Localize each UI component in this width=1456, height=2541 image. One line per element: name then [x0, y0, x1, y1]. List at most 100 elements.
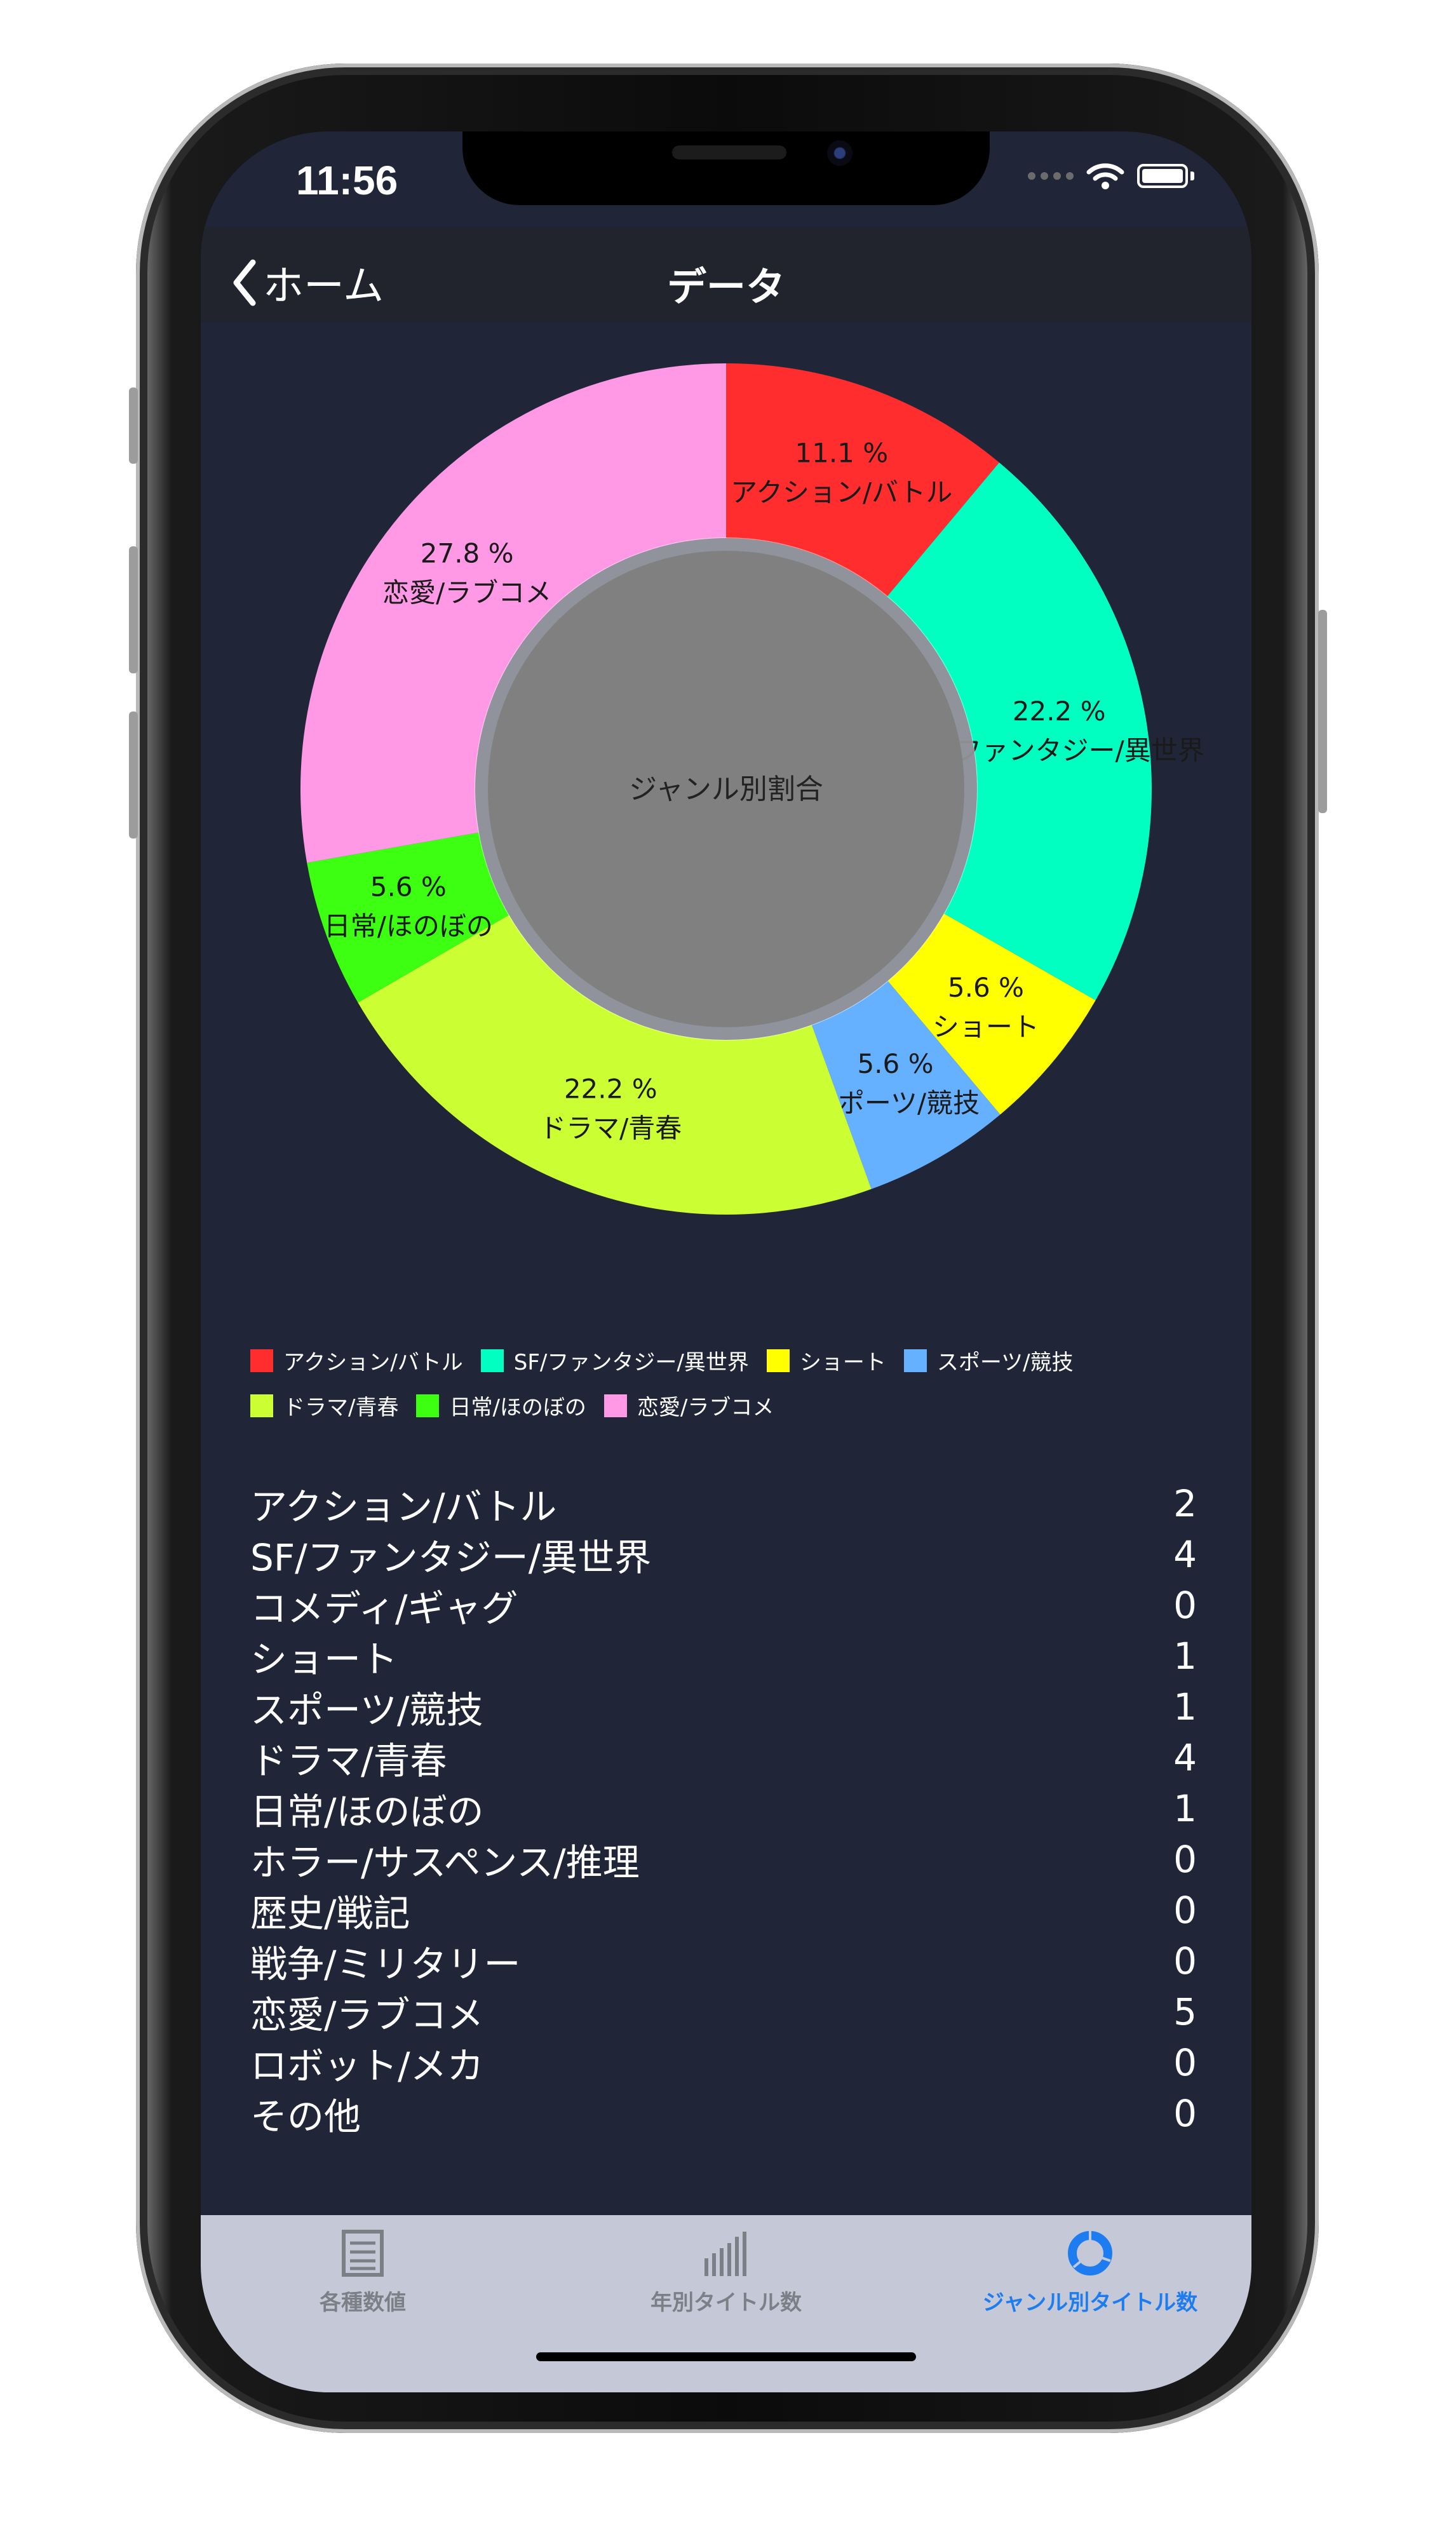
genre-count-list: アクション/バトル 2 SF/ファンタジー/異世界 4 コメディ/ギャグ 0 ショート 1 スポ… [250, 1478, 1197, 2139]
legend-label: ショート [799, 1350, 886, 1375]
stat-row: ロボット/メカ 0 [250, 2037, 1197, 2088]
tab-yearly-titles[interactable]: 年別タイトル数 [567, 2228, 885, 2316]
stat-label: ショート [250, 1638, 398, 1681]
legend-swatch [416, 1394, 440, 1417]
stat-label: コメディ/ギャグ [250, 1587, 518, 1630]
signal-icon [1028, 172, 1074, 180]
legend-label: ドラマ/青春 [283, 1395, 399, 1420]
chart-legend: アクション/バトル SF/ファンタジー/異世界 ショート スポーツ/競技ドラマ/青春 日… [250, 1345, 1216, 1421]
volume-down-button [129, 711, 138, 839]
stat-label: SF/ファンタジー/異世界 [250, 1536, 652, 1579]
home-indicator[interactable] [536, 2352, 916, 2361]
stat-value: 0 [1173, 2092, 1197, 2135]
stat-value: 4 [1173, 1736, 1197, 1779]
stat-label: アクション/バトル [250, 1485, 557, 1528]
slice-category-label: 恋愛/ラブコメ [382, 577, 551, 609]
stat-row: コメディ/ギャグ 0 [250, 1580, 1197, 1631]
slice-percent-label: 27.8 % [421, 538, 514, 569]
battery-icon [1137, 164, 1188, 188]
stat-row: 戦争/ミリタリー 0 [250, 1936, 1197, 1986]
list-icon [342, 2230, 384, 2277]
front-camera [827, 140, 853, 166]
stat-label: スポーツ/競技 [250, 1688, 483, 1732]
slice-category-label: アクション/バトル [731, 476, 952, 508]
legend-item: 恋愛/ラブコメ [603, 1390, 774, 1421]
pie-center-title: ジャンル別割合 [629, 773, 823, 805]
tab-stats-label: 各種数値 [320, 2290, 406, 2315]
pie-chart-svg: 11.1 %アクション/バトル22.2 %SF/ファンタジー/異世界5.6 %シ… [300, 363, 1204, 1215]
slice-category-label: ドラマ/青春 [539, 1113, 682, 1144]
legend-item: ドラマ/青春 [250, 1390, 398, 1421]
legend-item: スポーツ/競技 [903, 1345, 1074, 1376]
slice-percent-label: 5.6 % [948, 972, 1024, 1003]
legend-label: SF/ファンタジー/異世界 [513, 1350, 749, 1375]
donut-chart-icon [1068, 2230, 1112, 2275]
stat-value: 0 [1173, 2041, 1197, 2084]
slice-percent-label: 5.6 % [370, 872, 447, 903]
tab-genre-titles[interactable]: ジャンル別タイトル数 [931, 2228, 1249, 2316]
slice-category-label: ショート [933, 1011, 1039, 1042]
slice-category-label: 日常/ほのぼの [324, 911, 493, 942]
navigation-bar: ホーム データ [201, 227, 1251, 322]
stat-value: 0 [1173, 1584, 1197, 1627]
bar-chart-icon [704, 2232, 746, 2276]
stat-row: その他 0 [250, 2088, 1197, 2139]
slice-percent-label: 22.2 % [1013, 696, 1106, 727]
legend-swatch [766, 1349, 790, 1372]
stat-row: 日常/ほのぼの 1 [250, 1783, 1197, 1834]
legend-label: 恋愛/ラブコメ [637, 1395, 774, 1420]
stat-label: 戦争/ミリタリー [250, 1943, 521, 1986]
stat-row: ドラマ/青春 4 [250, 1732, 1197, 1783]
power-button [1318, 610, 1327, 813]
legend-swatch [903, 1349, 927, 1372]
legend-item: SF/ファンタジー/異世界 [480, 1345, 749, 1376]
screen: 11:56 ホーム データ 11.1 % アクション/バトル 22.2 % SF/ファ… [201, 131, 1251, 2392]
status-icons [1028, 162, 1194, 190]
stat-value: 0 [1173, 1838, 1197, 1881]
stat-row: スポーツ/競技 1 [250, 1682, 1197, 1732]
stat-label: 日常/ほのぼの [250, 1790, 484, 1833]
legend-swatch [603, 1394, 627, 1417]
tab-stats[interactable]: 各種数値 [204, 2228, 522, 2316]
legend-label: アクション/バトル [283, 1350, 463, 1375]
stat-value: 1 [1173, 1787, 1197, 1830]
speaker [672, 145, 786, 159]
slice-percent-label: 22.2 % [564, 1074, 657, 1105]
notch [462, 131, 990, 205]
slice-percent-label: 11.1 % [795, 437, 888, 468]
legend-label: 日常/ほのぼの [449, 1395, 586, 1420]
battery-cap [1190, 172, 1194, 180]
tab-genre-titles-label: ジャンル別タイトル数 [982, 2290, 1198, 2315]
stat-label: 歴史/戦記 [250, 1892, 410, 1935]
stat-row: アクション/バトル 2 [250, 1478, 1197, 1529]
volume-up-button [129, 546, 138, 673]
stat-label: その他 [250, 2095, 361, 2138]
tab-bar: 各種数値 年別タイトル数 ジャンル別タイトル数 [201, 2215, 1251, 2392]
stat-label: ホラー/サスペンス/推理 [250, 1841, 640, 1884]
stat-value: 0 [1173, 1889, 1197, 1932]
stat-row: ホラー/サスペンス/推理 0 [250, 1834, 1197, 1885]
stat-label: ドラマ/青春 [250, 1739, 447, 1783]
stat-row: ショート 1 [250, 1631, 1197, 1682]
stat-value: 4 [1173, 1533, 1197, 1576]
legend-item: ショート [766, 1345, 886, 1376]
legend-swatch [480, 1349, 504, 1372]
mute-switch [129, 388, 138, 464]
stat-value: 1 [1173, 1685, 1197, 1729]
legend-swatch [250, 1349, 273, 1372]
status-time: 11:56 [296, 158, 398, 203]
wifi-icon [1086, 163, 1124, 189]
stat-label: 恋愛/ラブコメ [250, 1993, 484, 2037]
stat-row: 恋愛/ラブコメ 5 [250, 1986, 1197, 2037]
legend-item: アクション/バトル [250, 1345, 463, 1376]
stat-row: SF/ファンタジー/異世界 4 [250, 1529, 1197, 1580]
stat-label: ロボット/メカ [250, 2044, 484, 2087]
legend-swatch [250, 1394, 273, 1417]
legend-label: スポーツ/競技 [936, 1350, 1074, 1375]
legend-item: 日常/ほのぼの [416, 1390, 586, 1421]
stat-value: 5 [1173, 1990, 1197, 2033]
stat-value: 0 [1173, 1939, 1197, 1983]
stat-row: 歴史/戦記 0 [250, 1885, 1197, 1936]
stat-value: 1 [1173, 1634, 1197, 1678]
slice-percent-label: 5.6 % [857, 1048, 933, 1079]
